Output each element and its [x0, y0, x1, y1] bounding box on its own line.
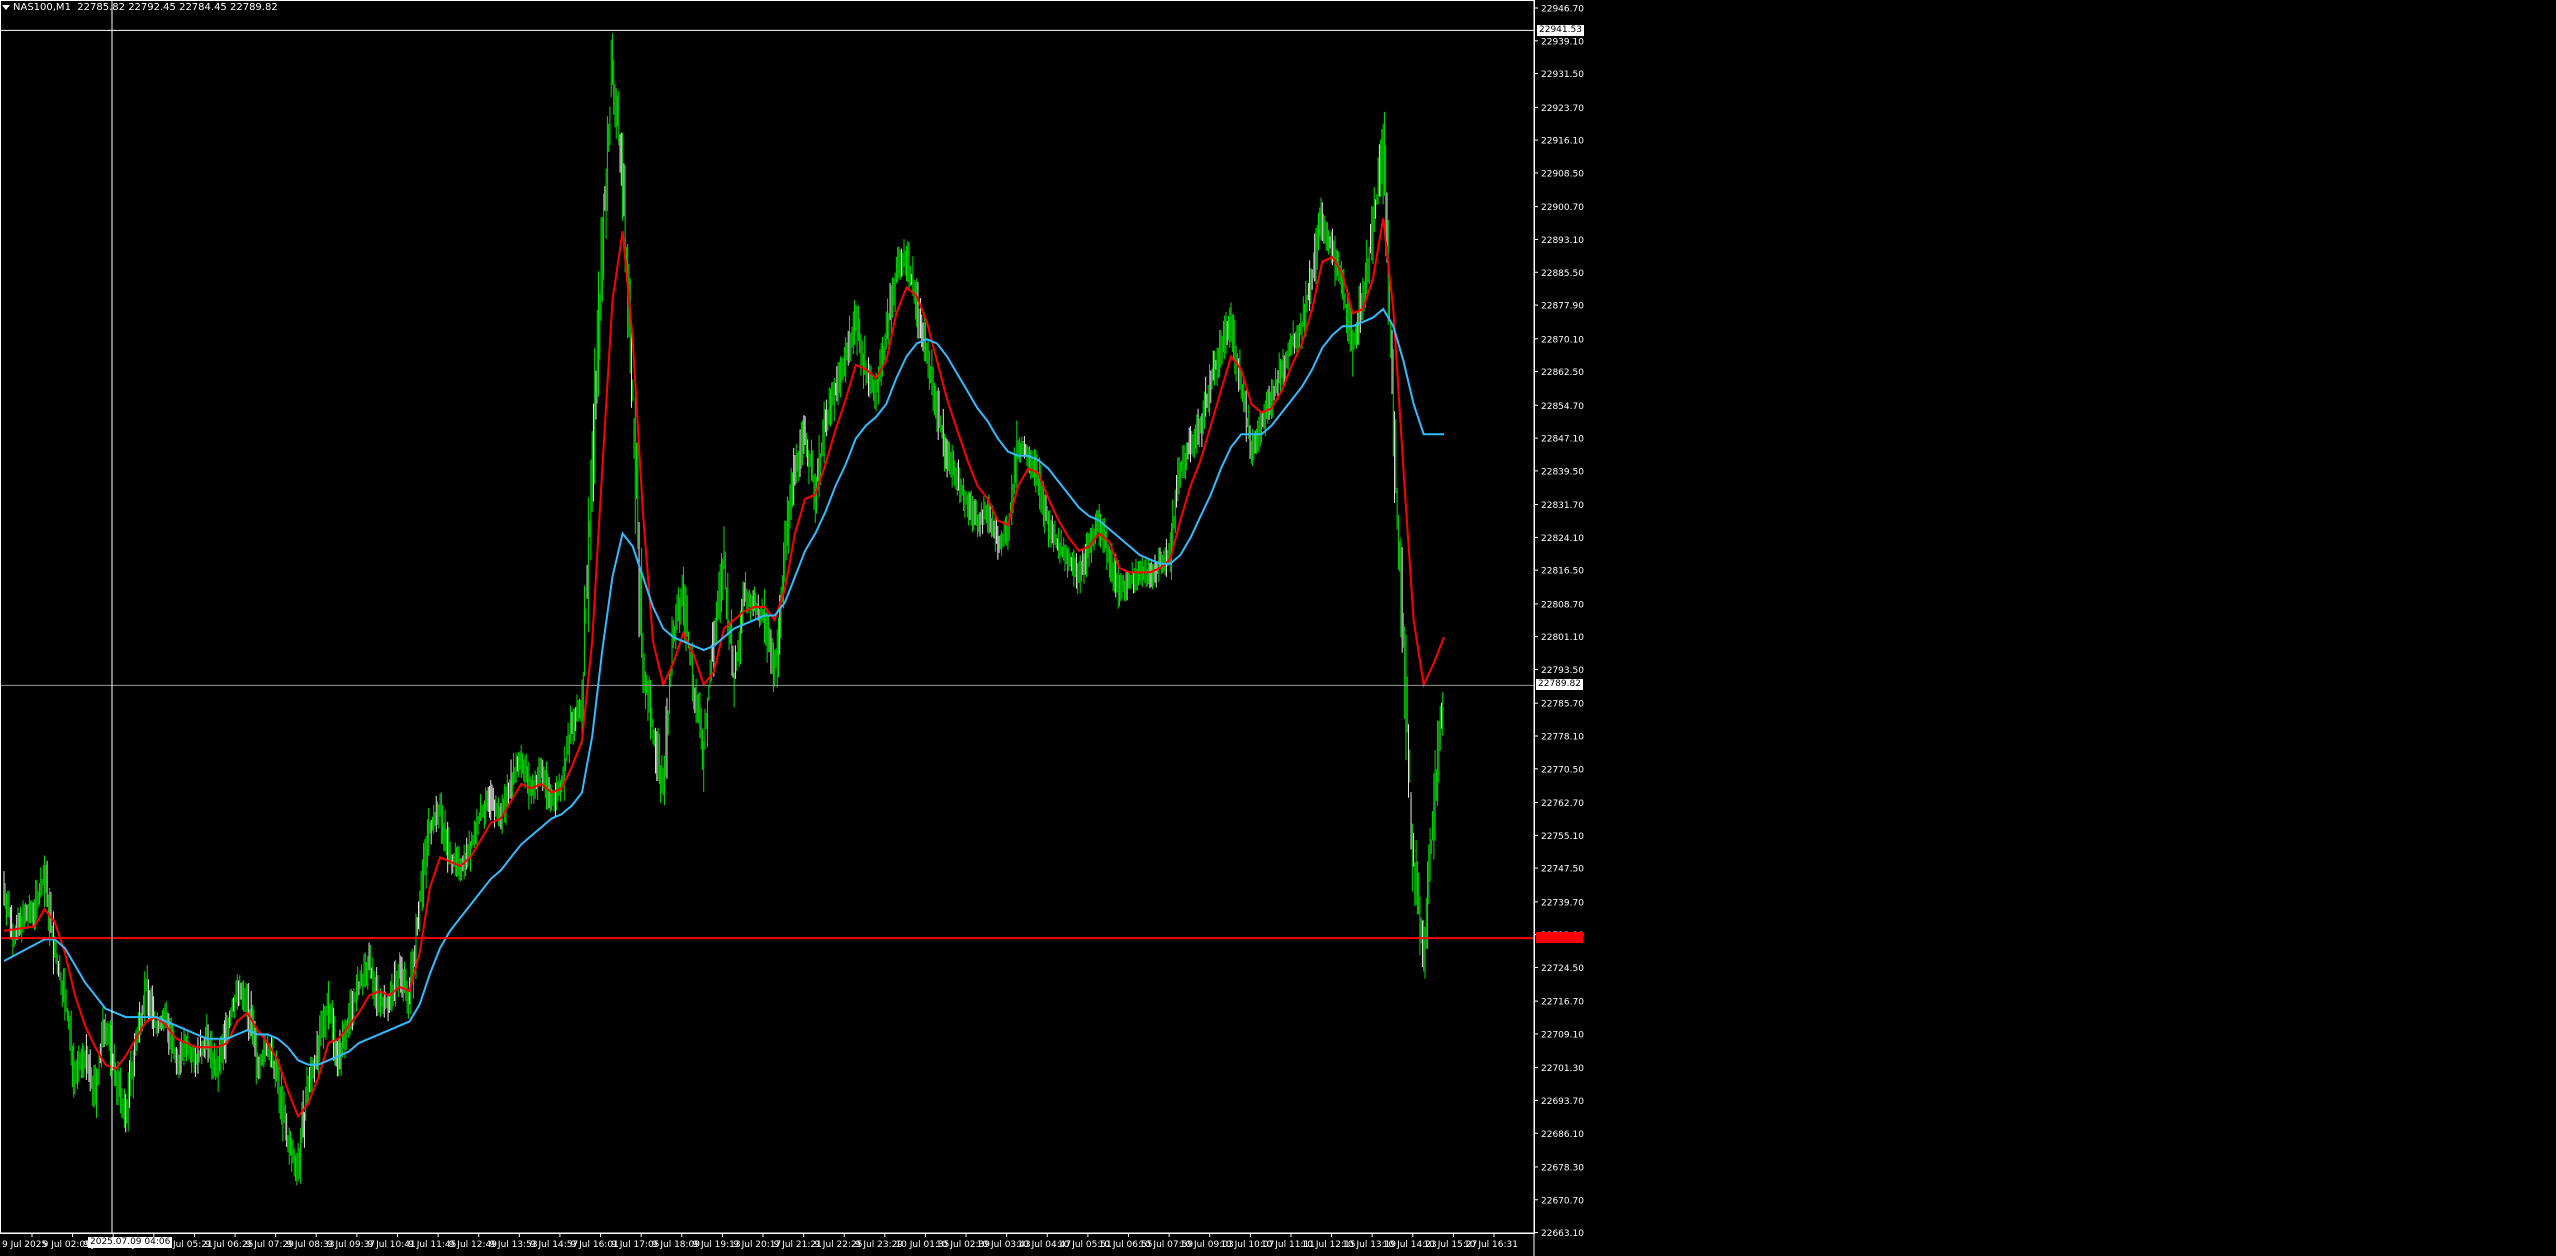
y-tick-label: 22931.50 [1541, 70, 1584, 80]
y-tick-label: 22862.50 [1541, 368, 1584, 378]
y-tick-label: 22785.70 [1541, 700, 1584, 710]
price-chart[interactable]: 22946.70 22939.10 22931.50 22923.70 22916.10… [0, 0, 2556, 1256]
y-tick-label: 22663.10 [1541, 1229, 1584, 1239]
hline-price-label: 22731.30 [1536, 932, 1583, 944]
y-tick-label: 22778.10 [1541, 733, 1584, 743]
y-tick-label: 22747.50 [1541, 865, 1584, 875]
x-tick-label: 9 Jul 2025 [2, 1240, 47, 1250]
candle-series [3, 33, 1444, 1186]
indicator-lines [3, 218, 1445, 1119]
y-tick-label: 22762.70 [1541, 799, 1584, 809]
chart-header: NAS100,M1 22785.82 22792.45 22784.45 227… [2, 2, 278, 13]
y-tick-label: 22893.10 [1541, 236, 1584, 246]
red-moving-average-line [3, 218, 1445, 1119]
y-tick-label: 22770.50 [1541, 765, 1584, 775]
symbol-timeframe: NAS100,M1 [13, 2, 71, 13]
y-tick-label: 22877.90 [1541, 302, 1584, 312]
time-axis: 9 Jul 20259 Jul 02:099 Jul 03:139 Jul 04… [2, 1233, 1518, 1250]
x-tick-label: 10 Jul 16:31 [1464, 1240, 1518, 1250]
y-tick-label: 22716.70 [1541, 998, 1584, 1008]
y-tick-label: 22709.10 [1541, 1030, 1584, 1040]
y-tick-label: 22801.10 [1541, 633, 1584, 643]
y-tick-label: 22755.10 [1541, 832, 1584, 842]
y-tick-label: 22847.10 [1541, 435, 1584, 445]
y-tick-label: 22885.50 [1541, 269, 1584, 279]
y-tick-label: 22793.50 [1541, 666, 1584, 676]
y-tick-label: 22923.70 [1541, 104, 1584, 114]
y-tick-label: 22808.70 [1541, 600, 1584, 610]
y-tick-label: 22916.10 [1541, 137, 1584, 147]
crosshair-time-label: 2025.07.09 04:06 [88, 1237, 173, 1248]
y-tick-label: 22908.50 [1541, 169, 1584, 179]
y-tick-label: 22686.10 [1541, 1130, 1584, 1140]
y-tick-label: 22831.70 [1541, 501, 1584, 511]
y-tick-label: 22870.10 [1541, 335, 1584, 345]
y-tick-label: 22678.30 [1541, 1163, 1584, 1173]
y-tick-label: 22854.70 [1541, 402, 1584, 412]
y-tick-label: 22724.50 [1541, 964, 1584, 974]
blue-moving-average-line [3, 307, 1444, 1066]
y-tick-label: 22701.30 [1541, 1064, 1584, 1074]
ohlc-values: 22785.82 22792.45 22784.45 22789.82 [77, 2, 278, 13]
y-tick-label: 22939.10 [1541, 37, 1584, 47]
y-tick-label: 22839.50 [1541, 467, 1584, 477]
y-tick-label: 22670.70 [1541, 1196, 1584, 1206]
y-tick-label: 22816.50 [1541, 567, 1584, 577]
y-tick-label: 22900.70 [1541, 203, 1584, 213]
y-tick-label: 22824.10 [1541, 534, 1584, 544]
y-tick-label: 22739.70 [1541, 898, 1584, 908]
current-price-label: 22789.82 [1536, 679, 1583, 691]
crosshair-price-label: 22941.53 [1536, 24, 1585, 38]
y-tick-label: 22946.70 [1541, 5, 1584, 15]
dropdown-icon[interactable] [2, 4, 10, 10]
y-tick-label: 22693.70 [1541, 1097, 1584, 1107]
price-axis: 22946.70 22939.10 22931.50 22923.70 22916.10… [0, 0, 1584, 1256]
